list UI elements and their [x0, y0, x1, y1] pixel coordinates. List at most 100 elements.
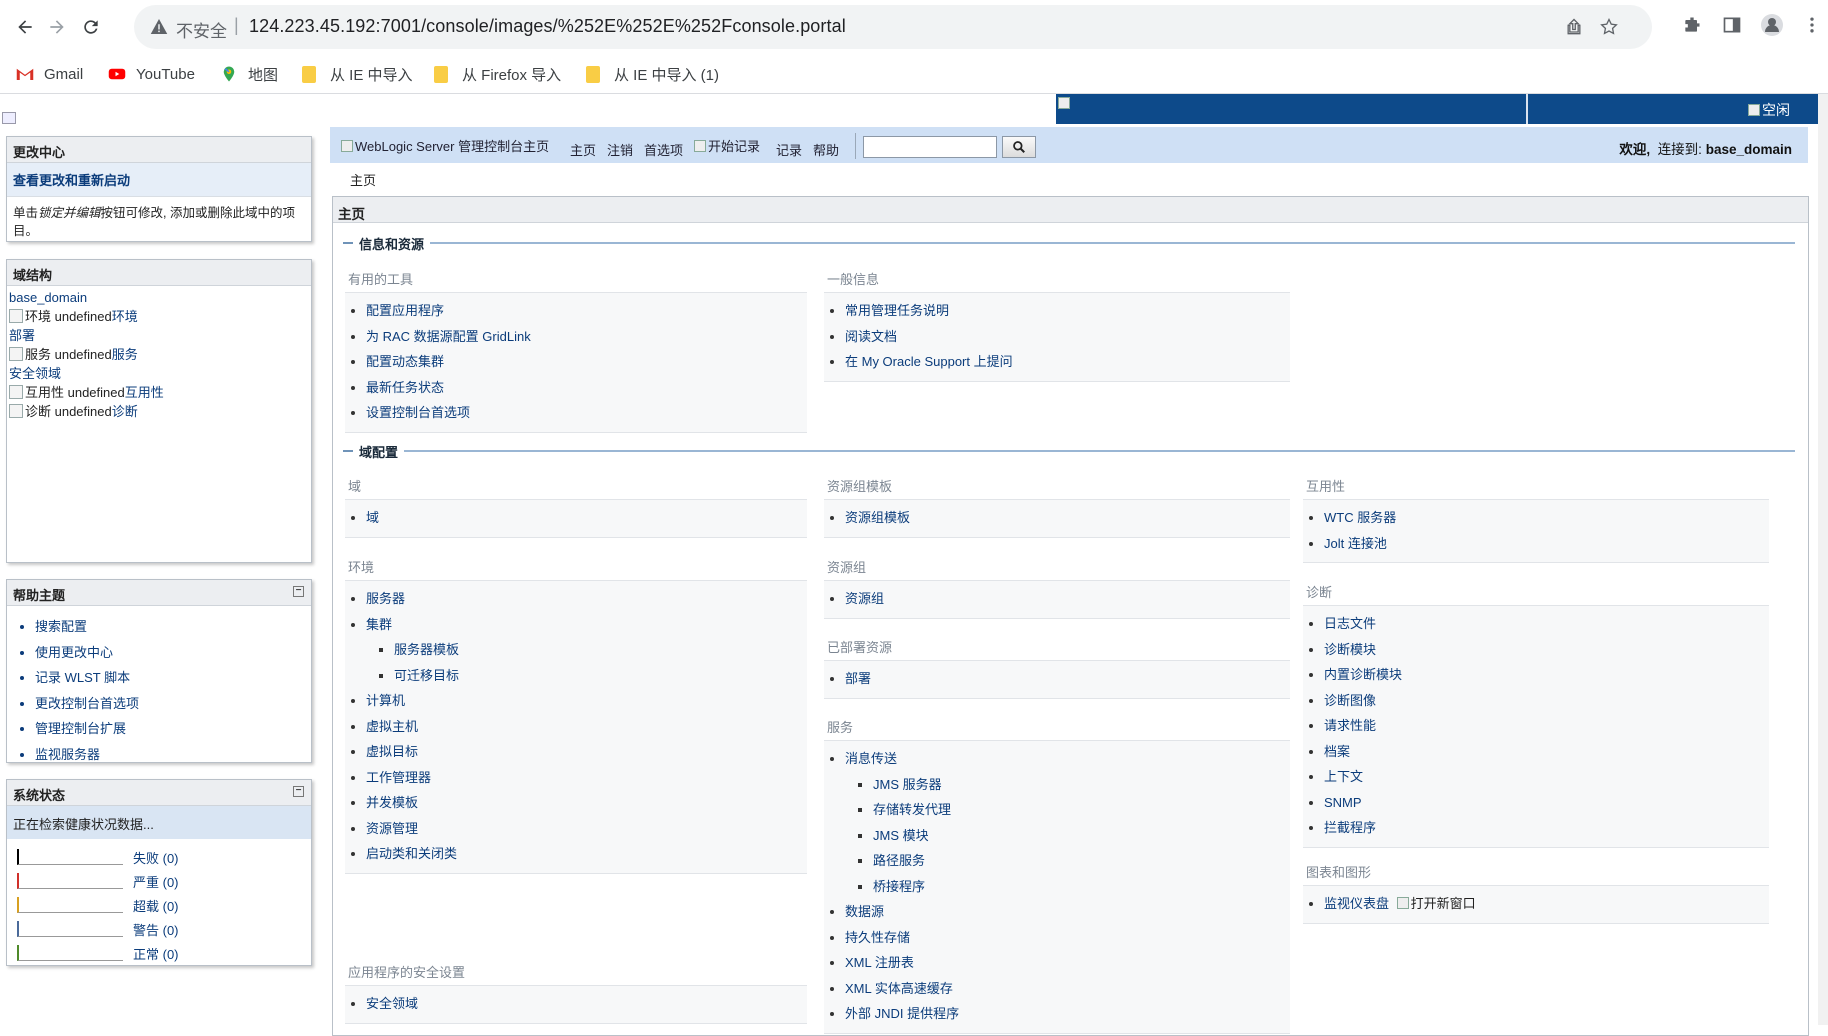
- help-topic-item[interactable]: 记录 WLST 脚本: [35, 665, 311, 691]
- link-item[interactable]: 存储转发代理: [873, 797, 1290, 823]
- tree-node-label[interactable]: 互用性: [125, 385, 164, 400]
- link-item[interactable]: 档案: [1324, 739, 1769, 765]
- link-item[interactable]: SNMP: [1324, 790, 1769, 816]
- link-item[interactable]: 数据源: [845, 899, 1290, 925]
- logout-link[interactable]: 注销: [607, 140, 633, 159]
- link-item[interactable]: 集群 服务器模板 可迁移目标: [366, 612, 807, 689]
- tree-node-diagnostics[interactable]: 诊断 undefined诊断: [9, 402, 309, 421]
- link-item[interactable]: 桥接程序: [873, 874, 1290, 900]
- profile-avatar-icon[interactable]: [1760, 13, 1784, 37]
- link-item[interactable]: 服务器: [366, 586, 807, 612]
- bookmark-folder-ie[interactable]: 从 IE 中导入: [302, 63, 413, 85]
- link-item[interactable]: JMS 模块: [873, 823, 1290, 849]
- minimize-icon[interactable]: −: [293, 786, 304, 797]
- link-item[interactable]: 内置诊断模块: [1324, 662, 1769, 688]
- console-home-image[interactable]: WebLogic Server 管理控制台主页: [341, 136, 549, 155]
- link-item[interactable]: 日志文件: [1324, 611, 1769, 637]
- link-item[interactable]: 诊断模块: [1324, 637, 1769, 663]
- help-topic-item[interactable]: 搜索配置: [35, 614, 311, 640]
- link-item[interactable]: 域: [366, 505, 807, 531]
- record-image[interactable]: 开始记录: [694, 136, 760, 155]
- vertical-scrollbar[interactable]: [1818, 94, 1828, 1025]
- help-topic-item[interactable]: 监视服务器: [35, 742, 311, 768]
- tree-node-environment[interactable]: 环境 undefined环境: [9, 307, 309, 326]
- tree-node-label[interactable]: 环境: [112, 309, 138, 324]
- search-button[interactable]: [1002, 136, 1036, 158]
- link-item[interactable]: 配置应用程序: [366, 298, 807, 324]
- link-item[interactable]: 服务器模板: [394, 637, 807, 663]
- star-icon[interactable]: [1599, 17, 1619, 37]
- forward-button[interactable]: [43, 13, 71, 41]
- breadcrumb[interactable]: 主页: [350, 170, 376, 189]
- link-item[interactable]: 设置控制台首选项: [366, 400, 807, 426]
- tree-node-label[interactable]: 服务: [112, 347, 138, 362]
- reload-button[interactable]: [77, 13, 105, 41]
- health-label[interactable]: 超载 (0): [133, 896, 179, 915]
- link-item[interactable]: 部署: [845, 666, 1290, 692]
- health-label[interactable]: 失败 (0): [133, 848, 179, 867]
- bookmark-folder-ie-1[interactable]: 从 IE 中导入 (1): [586, 63, 719, 85]
- link-item[interactable]: 资源组模板: [845, 505, 1290, 531]
- link-item[interactable]: 为 RAC 数据源配置 GridLink: [366, 324, 807, 350]
- link-item[interactable]: WTC 服务器: [1324, 505, 1769, 531]
- link-item[interactable]: JMS 服务器: [873, 772, 1290, 798]
- link-item[interactable]: 常用管理任务说明: [845, 298, 1290, 324]
- link-item[interactable]: 配置动态集群: [366, 349, 807, 375]
- link-item[interactable]: 路径服务: [873, 848, 1290, 874]
- health-label[interactable]: 严重 (0): [133, 872, 179, 891]
- health-label[interactable]: 警告 (0): [133, 920, 179, 939]
- link-item-label[interactable]: 监视仪表盘: [1324, 896, 1389, 911]
- link-item[interactable]: 诊断图像: [1324, 688, 1769, 714]
- link-item[interactable]: Jolt 连接池: [1324, 531, 1769, 557]
- help-topic-item[interactable]: 更改控制台首选项: [35, 691, 311, 717]
- link-item[interactable]: 虚拟主机: [366, 714, 807, 740]
- link-item[interactable]: 启动类和关闭类: [366, 841, 807, 867]
- tree-node-label[interactable]: 诊断: [112, 404, 138, 419]
- side-panel-icon[interactable]: [1720, 13, 1744, 37]
- link-item[interactable]: 持久性存储: [845, 925, 1290, 951]
- share-icon[interactable]: [1564, 17, 1584, 37]
- address-bar[interactable]: 不安全 | 124.223.45.192:7001/console/images…: [134, 5, 1652, 49]
- link-item[interactable]: 外部 JNDI 提供程序: [845, 1001, 1290, 1027]
- link-item[interactable]: 监视仪表盘 打开新窗口: [1324, 891, 1769, 917]
- link-item[interactable]: XML 注册表: [845, 950, 1290, 976]
- link-item[interactable]: 消息传送 JMS 服务器 存储转发代理 JMS 模块 路径服务 桥接程序: [845, 746, 1290, 899]
- help-topic-item[interactable]: 使用更改中心: [35, 640, 311, 666]
- link-item[interactable]: 拦截程序: [1324, 815, 1769, 841]
- bookmark-folder-firefox[interactable]: 从 Firefox 导入: [434, 63, 561, 85]
- bookmark-gmail[interactable]: Gmail: [16, 63, 83, 85]
- menu-dots-icon[interactable]: [1800, 13, 1824, 37]
- link-item[interactable]: 虚拟目标: [366, 739, 807, 765]
- link-item[interactable]: 资源管理: [366, 816, 807, 842]
- tree-node-deployments[interactable]: 部署: [9, 326, 309, 345]
- tree-root-base-domain[interactable]: base_domain: [9, 288, 309, 307]
- link-item[interactable]: 计算机: [366, 688, 807, 714]
- help-link[interactable]: 帮助: [813, 140, 839, 159]
- home-link[interactable]: 主页: [570, 140, 596, 159]
- link-item[interactable]: 安全领域: [366, 991, 807, 1017]
- link-item[interactable]: 请求性能: [1324, 713, 1769, 739]
- tree-node-interoperability[interactable]: 互用性 undefined互用性: [9, 383, 309, 402]
- link-item-label[interactable]: 集群: [366, 617, 392, 632]
- health-label[interactable]: 正常 (0): [133, 944, 179, 963]
- link-item[interactable]: 上下文: [1324, 764, 1769, 790]
- link-item[interactable]: 阅读文档: [845, 324, 1290, 350]
- link-item-label[interactable]: 消息传送: [845, 751, 897, 766]
- url-text[interactable]: 124.223.45.192:7001/console/images/%252E…: [249, 16, 846, 37]
- link-item[interactable]: 并发模板: [366, 790, 807, 816]
- preferences-link[interactable]: 首选项: [644, 140, 683, 159]
- open-new-window-image[interactable]: 打开新窗口: [1396, 896, 1476, 911]
- link-item[interactable]: XML 实体高速缓存: [845, 976, 1290, 1002]
- link-item[interactable]: 在 My Oracle Support 上提问: [845, 349, 1290, 375]
- record-link[interactable]: 记录: [776, 140, 802, 159]
- link-item[interactable]: 资源组: [845, 586, 1290, 612]
- link-item[interactable]: 可迁移目标: [394, 663, 807, 689]
- minimize-icon[interactable]: −: [293, 586, 304, 597]
- extensions-icon[interactable]: [1680, 13, 1704, 37]
- tree-node-services[interactable]: 服务 undefined服务: [9, 345, 309, 364]
- link-item[interactable]: 工作管理器: [366, 765, 807, 791]
- search-input[interactable]: [863, 136, 997, 158]
- link-item[interactable]: 最新任务状态: [366, 375, 807, 401]
- bookmark-maps[interactable]: 地图: [220, 63, 278, 85]
- back-button[interactable]: [11, 13, 39, 41]
